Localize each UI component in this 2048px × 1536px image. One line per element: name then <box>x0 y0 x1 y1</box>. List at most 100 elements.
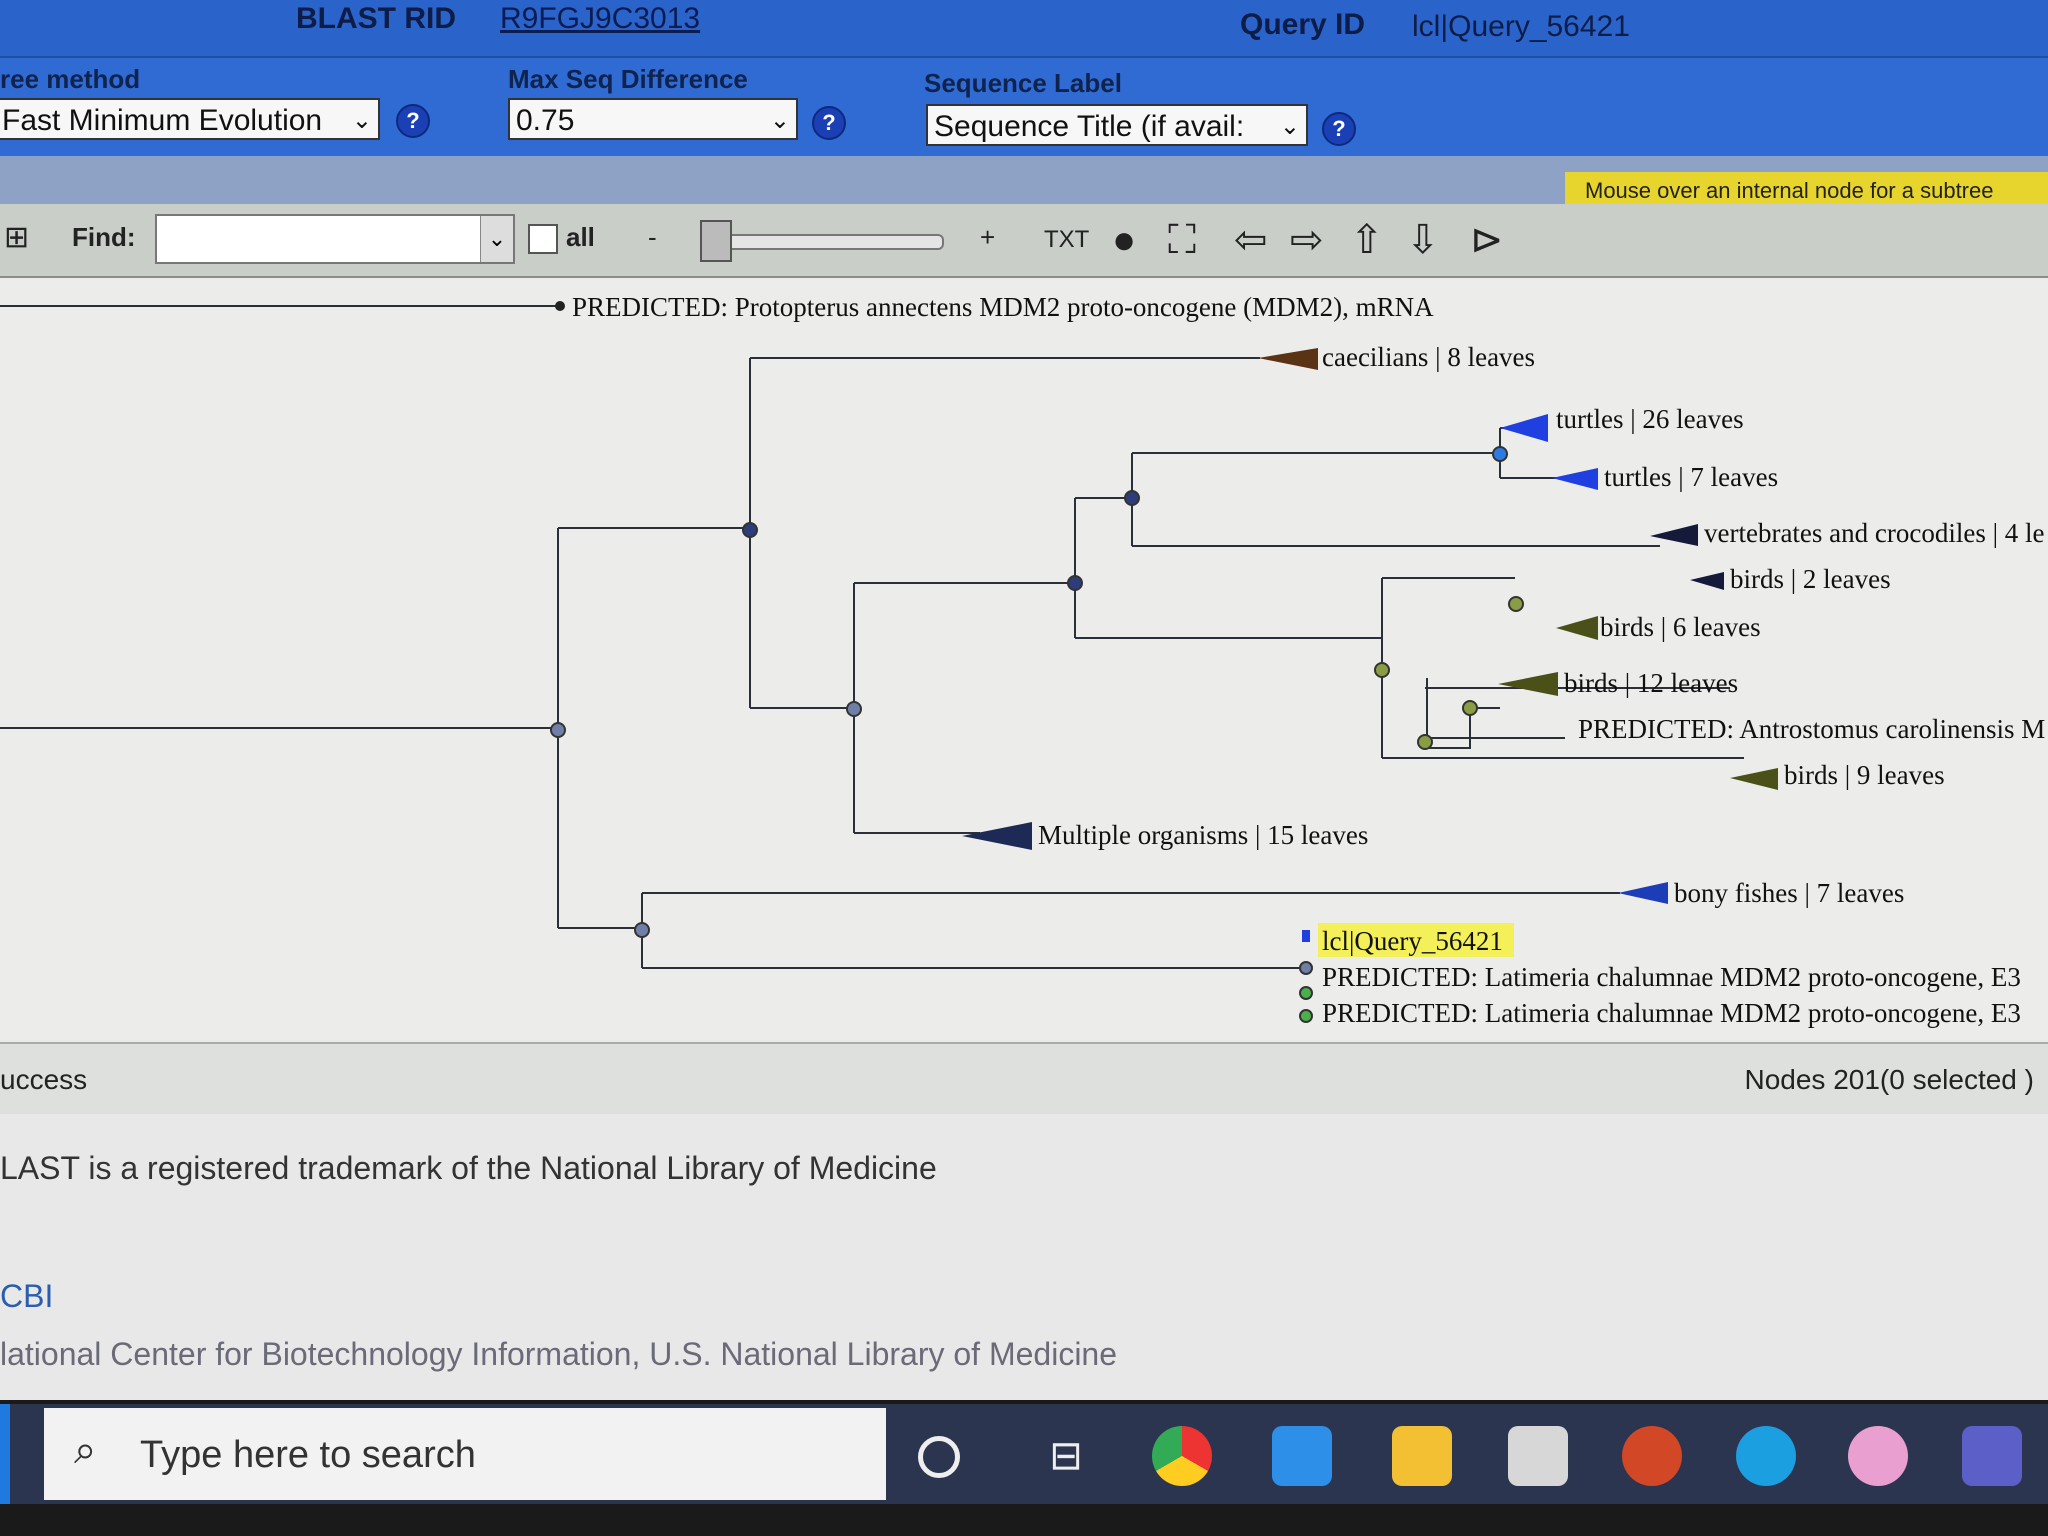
tree-node <box>1492 446 1508 462</box>
txt-button[interactable]: TXT <box>1044 226 1089 254</box>
query-leaf-label: lcl|Query_56421 <box>1322 926 1503 956</box>
tree-node <box>1508 596 1524 612</box>
sequence-label-select[interactable]: Sequence Title (if avail: ⌄ <box>926 104 1308 146</box>
tree-branches <box>0 305 1744 969</box>
taskbar-search-box[interactable]: ⌕ Type here to search <box>44 1408 886 1500</box>
search-icon: ⌕ <box>74 1428 97 1472</box>
leaf-label: PREDICTED: Latimeria chalumnae MDM2 prot… <box>1322 998 2021 1028</box>
tree-node <box>555 301 565 311</box>
start-button[interactable] <box>0 1404 10 1504</box>
clade-multiple-organisms <box>962 822 1032 850</box>
help-icon[interactable]: ? <box>396 104 430 138</box>
tree-node <box>742 522 758 538</box>
mail-icon[interactable] <box>1272 1426 1332 1486</box>
rid-label: BLAST RID <box>296 2 456 35</box>
expand-icon[interactable]: ⊞ <box>4 220 29 255</box>
tree-toolbar: ⊞ Find: ⌄ all - + TXT ● ⛶ ⇦ ⇨ ⇧ ⇩ ⊳ <box>0 204 2048 278</box>
zoom-slider[interactable] <box>700 234 944 250</box>
find-all-label: all <box>566 222 595 252</box>
ncbi-link[interactable]: CBI <box>0 1278 53 1315</box>
clade-birds-2 <box>1690 572 1724 590</box>
leaf-label: birds | 2 leaves <box>1730 564 1891 594</box>
clade-turtles-7 <box>1552 468 1598 490</box>
max-seq-select[interactable]: 0.75 ⌄ <box>508 98 798 140</box>
help-icon[interactable]: ? <box>812 106 846 140</box>
chrome-icon[interactable] <box>1152 1426 1212 1486</box>
max-seq-label: Max Seq Difference <box>508 64 748 94</box>
query-marker <box>1302 930 1310 942</box>
sequence-label-value: Sequence Title (if avail: <box>934 110 1245 143</box>
clade-birds-12 <box>1498 672 1558 696</box>
clade-caecilians <box>1258 348 1318 370</box>
find-all-checkbox[interactable] <box>528 224 558 254</box>
sequence-label-label: Sequence Label <box>924 68 1122 98</box>
zoom-out-button[interactable]: - <box>648 222 657 253</box>
reset-icon[interactable]: ● <box>1112 218 1136 262</box>
blast-header: BLAST RID R9FGJ9C3013 Query ID lcl|Query… <box>0 0 2048 56</box>
task-view-icon[interactable]: ⊟ <box>1036 1426 1096 1486</box>
itunes-icon[interactable] <box>1848 1426 1908 1486</box>
leaf-label: bony fishes | 7 leaves <box>1674 878 1904 908</box>
arrow-up-icon[interactable]: ⇧ <box>1350 218 1384 262</box>
ncbi-full-link[interactable]: lational Center for Biotechnology Inform… <box>0 1336 1117 1373</box>
leaf-label: vertebrates and crocodiles | 4 le <box>1704 518 2045 548</box>
clade-vertebrates-crocodiles <box>1650 524 1698 546</box>
tree-nodes[interactable] <box>550 301 1524 1023</box>
zoom-slider-handle[interactable] <box>700 220 732 262</box>
leaf-label: PREDICTED: Protopterus annectens MDM2 pr… <box>572 292 1434 322</box>
tree-node <box>1299 961 1313 975</box>
tree-node <box>846 701 862 717</box>
file-explorer-icon[interactable] <box>1392 1426 1452 1486</box>
powerpoint-icon[interactable] <box>1622 1426 1682 1486</box>
arrow-left-icon[interactable]: ⇦ <box>1234 218 1268 262</box>
tree-method-value: Fast Minimum Evolution <box>2 104 323 137</box>
phylogenetic-tree-view[interactable]: PREDICTED: Protopterus annectens MDM2 pr… <box>0 278 2048 1040</box>
max-seq-value: 0.75 <box>516 104 575 137</box>
clade-birds-9 <box>1730 768 1778 790</box>
leaf-label: PREDICTED: Latimeria chalumnae MDM2 prot… <box>1322 962 2021 992</box>
fit-screen-icon[interactable]: ⛶ <box>1168 218 1196 262</box>
tree-node <box>1067 575 1083 591</box>
find-input[interactable]: ⌄ <box>155 214 515 264</box>
status-bar: uccess Nodes 201(0 selected ) <box>0 1042 2048 1116</box>
leaf-label: turtles | 26 leaves <box>1556 404 1744 434</box>
rid-link[interactable]: R9FGJ9C3013 <box>500 2 700 36</box>
leaf-label: birds | 9 leaves <box>1784 760 1945 790</box>
tree-node <box>1299 986 1313 1000</box>
leaf-label: birds | 12 leaves <box>1564 668 1738 698</box>
teams-icon[interactable] <box>1962 1426 2022 1486</box>
browser-viewport: BLAST RID R9FGJ9C3013 Query ID lcl|Query… <box>0 0 2048 1400</box>
find-label: Find: <box>72 222 136 252</box>
clade-turtles-26 <box>1500 414 1548 442</box>
tree-canvas[interactable]: PREDICTED: Protopterus annectens MDM2 pr… <box>0 278 2048 1040</box>
leaf-label: PREDICTED: Antrostomus carolinensis M <box>1578 714 2045 744</box>
tree-method-select[interactable]: Fast Minimum Evolution ⌄ <box>0 98 380 140</box>
trademark-text: LAST is a registered trademark of the Na… <box>0 1150 937 1186</box>
help-icon[interactable]: ? <box>1322 112 1356 146</box>
leaf-labels[interactable]: PREDICTED: Protopterus annectens MDM2 pr… <box>572 292 2045 1028</box>
arrow-down-icon[interactable]: ⇩ <box>1406 218 1440 262</box>
arrow-right-icon[interactable]: ⇨ <box>1290 218 1324 262</box>
tree-node <box>1124 490 1140 506</box>
page-footer: LAST is a registered trademark of the Na… <box>0 1114 2048 1400</box>
store-icon[interactable] <box>1508 1426 1568 1486</box>
leaf-label: birds | 6 leaves <box>1600 612 1761 642</box>
leaf-label: caecilians | 8 leaves <box>1322 342 1535 372</box>
leaf-label: Multiple organisms | 15 leaves <box>1038 820 1368 850</box>
status-message: uccess <box>0 1064 88 1095</box>
tree-method-label: ree method <box>0 64 141 94</box>
chevron-down-icon: ⌄ <box>351 107 372 134</box>
clade-bony-fishes <box>1618 882 1668 904</box>
edge-icon[interactable] <box>1736 1426 1796 1486</box>
tree-node <box>550 722 566 738</box>
pointer-tool-icon[interactable]: ⊳ <box>1470 218 1504 262</box>
node-count: Nodes 201(0 selected ) <box>1744 1064 2034 1095</box>
query-id-label: Query ID <box>1240 8 1366 41</box>
zoom-in-button[interactable]: + <box>980 222 995 253</box>
chevron-down-icon: ⌄ <box>769 107 790 134</box>
cortana-icon[interactable] <box>918 1436 960 1478</box>
chevron-down-icon[interactable]: ⌄ <box>480 216 513 262</box>
windows-taskbar: ⌕ Type here to search ⊟ <box>0 1404 2048 1504</box>
leaf-label: turtles | 7 leaves <box>1604 462 1778 492</box>
tree-options-bar: ree method Fast Minimum Evolution ⌄ ? Ma… <box>0 56 2048 158</box>
